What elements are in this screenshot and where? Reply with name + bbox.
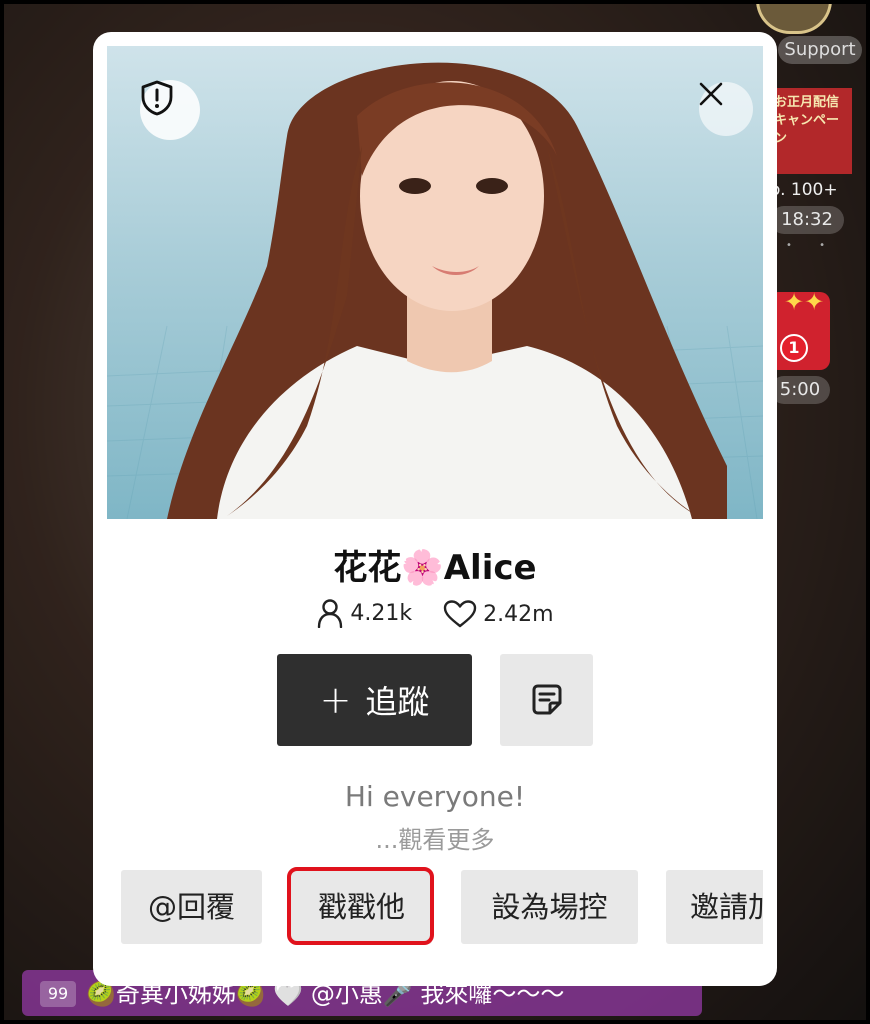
action-row: @回覆 戳戳他 設為場控 邀請加: [121, 870, 763, 946]
promo-timer: 18:32: [770, 206, 844, 234]
profile-bio: Hi everyone!: [344, 780, 526, 813]
note-icon: [532, 684, 561, 715]
support-label[interactable]: Support: [778, 36, 862, 64]
close-icon: [699, 82, 723, 106]
likes-stat: 2.42m: [443, 600, 554, 628]
set-moderator-button[interactable]: 設為場控: [461, 870, 638, 944]
profile-photo: [107, 46, 763, 519]
report-button[interactable]: [140, 80, 200, 140]
see-more-link[interactable]: ...觀看更多: [93, 820, 777, 855]
promo-banner[interactable]: お正月配信キャンペーン: [770, 88, 852, 174]
profile-photo-illustration: [107, 62, 763, 519]
promo-rank: o. 100+: [770, 180, 838, 200]
person-icon: [318, 599, 343, 628]
close-button[interactable]: [699, 82, 753, 136]
user-level-badge: 99: [40, 981, 76, 1007]
profile-name: 花花🌸Alice: [333, 548, 537, 588]
likes-count: 2.42m: [483, 601, 554, 627]
profile-stats: 4.21k 2.42m: [93, 598, 777, 634]
follow-label: 追蹤: [365, 683, 430, 721]
invite-button[interactable]: 邀請加: [666, 870, 763, 944]
carousel-dots: • •: [786, 240, 837, 251]
note-button[interactable]: [500, 654, 593, 746]
highlight-box: [287, 867, 434, 945]
heart-icon: [443, 600, 477, 628]
reply-button[interactable]: @回覆: [121, 870, 262, 944]
follow-button[interactable]: + 追蹤: [277, 654, 472, 746]
shield-icon: [141, 80, 173, 116]
gift-timer: 5:00: [770, 376, 830, 404]
followers-stat: 4.21k: [316, 598, 412, 628]
followers-count: 4.21k: [350, 600, 413, 626]
plus-icon: +: [319, 678, 352, 722]
sparkle-icon: ✦✦: [784, 288, 825, 316]
profile-card: 花花🌸Alice 4.21k 2.42m + 追蹤 Hi everyone! ..…: [93, 32, 777, 986]
gift-count-badge: 1: [780, 334, 808, 362]
